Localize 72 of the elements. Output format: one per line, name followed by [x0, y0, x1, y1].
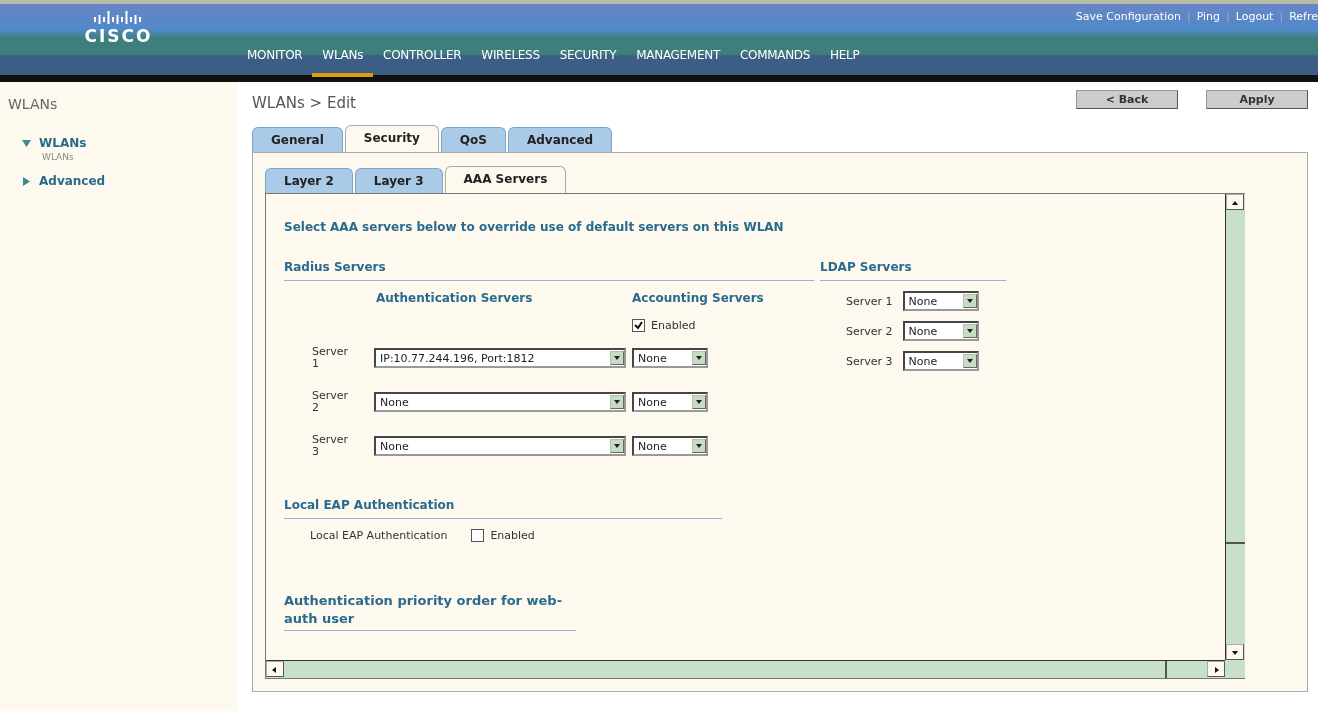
checkbox[interactable]	[632, 319, 645, 332]
column-heading: Authentication Servers	[375, 291, 534, 305]
checkbox[interactable]	[471, 529, 485, 542]
expanded-triangle-icon[interactable]	[22, 138, 31, 148]
column-heading: Accounting Servers	[632, 291, 765, 305]
nav-menu-item[interactable]: MANAGEMENT	[626, 44, 730, 77]
server-select[interactable]: None	[902, 351, 979, 371]
scrollbar-corner	[1225, 660, 1245, 678]
separator: |	[1186, 10, 1191, 23]
row-label: Server 1	[311, 346, 350, 370]
page-title: WLANs > Edit	[252, 94, 357, 112]
row-label: Server 3	[311, 434, 350, 458]
caret-icon	[610, 395, 624, 409]
caret-icon	[692, 395, 706, 409]
nav-menu-item[interactable]: CONTROLLER	[373, 44, 472, 77]
section-heading: Radius Servers	[284, 260, 386, 274]
tab[interactable]: Advanced	[507, 127, 613, 152]
nav-menu-item[interactable]: WLANs	[312, 44, 374, 77]
server-select[interactable]: None	[902, 291, 979, 311]
server-select[interactable]: None	[632, 348, 708, 368]
sidebar-title: WLANs	[8, 96, 59, 112]
nav-menu-item[interactable]: WIRELESS	[471, 44, 550, 77]
server-select[interactable]: None	[632, 392, 708, 412]
server-select[interactable]: None	[902, 321, 979, 341]
logo-text: CISCO	[84, 26, 153, 46]
row-label: Local EAP Authentication	[310, 529, 448, 542]
nav-menu-item[interactable]: MONITOR	[237, 44, 313, 77]
header-link[interactable]: Save Configuration	[1075, 10, 1181, 23]
subtab[interactable]: Layer 3	[354, 168, 443, 193]
header-link[interactable]: Refre	[1289, 10, 1318, 23]
server-select[interactable]: None	[374, 392, 626, 412]
sidebar-item[interactable]: WLANs	[39, 136, 87, 150]
caret-icon	[610, 439, 624, 453]
caret-icon	[962, 324, 977, 338]
nav-menu-item[interactable]: HELP	[820, 44, 870, 77]
header-link[interactable]: Logout	[1235, 10, 1274, 23]
server-select[interactable]: IP:10.77.244.196, Port:1812	[374, 348, 626, 368]
subtab[interactable]: Layer 2	[265, 168, 353, 193]
server-select[interactable]: None	[374, 436, 626, 456]
logo-bars-icon	[93, 10, 144, 24]
row-label: Server 2	[846, 324, 893, 338]
tab[interactable]: General	[252, 127, 343, 152]
caret-icon	[610, 351, 624, 365]
sidebar-item[interactable]: Advanced	[39, 174, 106, 188]
nav-menu-item[interactable]: COMMANDS	[729, 44, 821, 77]
caret-icon	[962, 294, 977, 308]
header-link[interactable]: Ping	[1196, 10, 1221, 23]
collapsed-triangle-icon[interactable]	[22, 176, 31, 186]
nav-menu-item[interactable]: SECURITY	[549, 44, 627, 77]
checkbox-label: Enabled	[651, 319, 696, 332]
section-heading: Local EAP Authentication	[284, 498, 455, 512]
action-button[interactable]: Apply	[1206, 90, 1308, 109]
checkbox-label: Enabled	[490, 529, 535, 542]
intro-text: Select AAA servers below to override use of default servers on this WLAN	[284, 220, 785, 234]
subtab[interactable]: AAA Servers	[444, 166, 567, 193]
sidebar-subitem[interactable]: WLANs	[42, 152, 74, 162]
caret-icon	[692, 351, 706, 365]
section-heading: Authentication priority order for web-auth user	[284, 593, 563, 626]
row-label: Server 3	[846, 354, 893, 368]
separator: |	[1226, 10, 1230, 23]
section-heading: LDAP Servers	[820, 260, 912, 274]
separator: |	[1279, 10, 1284, 23]
vertical-scrollbar[interactable]	[1225, 194, 1245, 660]
tab[interactable]: QoS	[440, 127, 506, 152]
caret-icon	[962, 354, 977, 368]
action-button[interactable]: < Back	[1076, 90, 1178, 109]
row-label: Server 1	[846, 294, 893, 308]
caret-icon	[692, 439, 706, 453]
tab[interactable]: Security	[344, 125, 439, 152]
server-select[interactable]: None	[632, 436, 708, 456]
row-label: Server 2	[311, 390, 350, 414]
horizontal-scrollbar[interactable]	[266, 660, 1225, 678]
